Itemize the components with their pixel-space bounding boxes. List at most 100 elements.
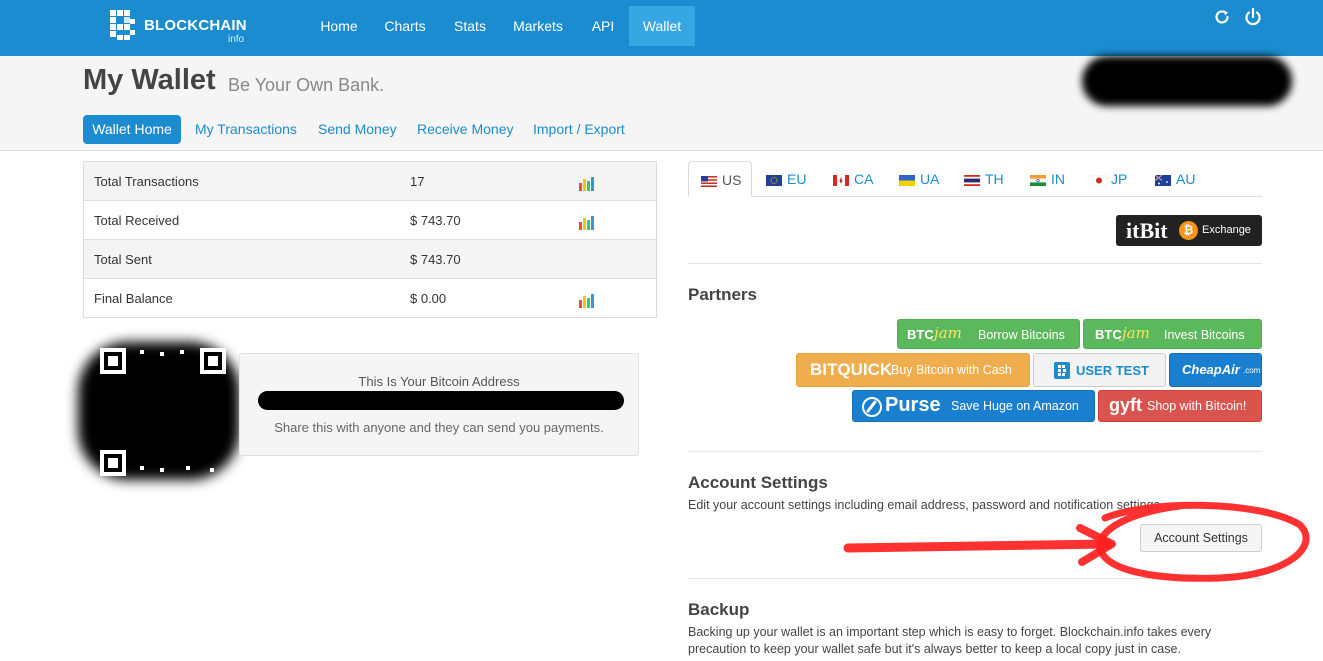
nav-wallet[interactable]: Wallet: [629, 6, 695, 46]
bar-chart-icon[interactable]: [579, 216, 595, 230]
tab-label: EU: [787, 171, 807, 187]
us-flag-icon: [701, 176, 717, 187]
nav-api[interactable]: API: [583, 6, 623, 46]
divider: [688, 451, 1262, 452]
btcjam-borrow-text: Borrow Bitcoins: [978, 328, 1065, 342]
th-flag-icon: [964, 175, 980, 186]
btcjam-brand-jam: jam: [1122, 324, 1150, 342]
table-row: Total Received $ 743.70: [84, 201, 656, 240]
account-settings-button[interactable]: Account Settings: [1140, 524, 1262, 552]
subnav-receive-money[interactable]: Receive Money: [417, 115, 514, 144]
cheapair-brand: CheapAir: [1182, 362, 1240, 377]
bitquick-text: Buy Bitcoin with Cash: [891, 363, 1012, 377]
stat-label: Total Transactions: [94, 174, 199, 189]
backup-text-line1: Backing up your wallet is an important s…: [688, 625, 1212, 639]
stat-value: $ 0.00: [410, 291, 447, 306]
bitquick-brand: BITQUICK: [810, 360, 893, 379]
blockchain-small-icon: [1054, 362, 1070, 379]
tab-ca[interactable]: CA: [833, 161, 883, 197]
wallet-header: My Wallet Be Your Own Bank. Wallet Home …: [0, 56, 1323, 151]
table-row: Final Balance $ 0.00: [84, 279, 656, 318]
cheapair-button[interactable]: CheapAir .com: [1169, 353, 1262, 387]
bitquick-button[interactable]: BITQUICK Buy Bitcoin with Cash: [796, 353, 1030, 387]
top-navbar: BLOCKCHAIN info Home Charts Stats Market…: [0, 0, 1323, 56]
subnav-send-money[interactable]: Send Money: [318, 115, 397, 144]
stat-value: $ 743.70: [410, 252, 461, 267]
tab-label: UA: [920, 171, 940, 187]
refresh-icon[interactable]: [1212, 7, 1232, 27]
blockchain-logo[interactable]: BLOCKCHAIN info: [108, 8, 258, 46]
tab-us[interactable]: US: [688, 161, 752, 197]
partners-title: Partners: [688, 285, 757, 304]
divider: [688, 578, 1262, 579]
tab-ua[interactable]: UA: [899, 161, 949, 197]
stat-value: $ 743.70: [410, 213, 461, 228]
bar-chart-icon[interactable]: [579, 177, 595, 191]
in-flag-icon: [1030, 175, 1046, 186]
purse-brand: Purse: [885, 394, 941, 416]
btcjam-invest-text: Invest Bitcoins: [1164, 328, 1245, 342]
user-test-button[interactable]: USER TEST: [1033, 353, 1166, 387]
table-row: Total Transactions 17: [84, 162, 656, 201]
tab-in[interactable]: IN: [1030, 161, 1080, 197]
blockchain-logo-icon: [110, 10, 135, 40]
purse-logo-icon: [862, 397, 882, 417]
nav-charts[interactable]: Charts: [377, 6, 433, 46]
tab-label: CA: [854, 171, 874, 187]
tab-jp[interactable]: JP: [1091, 161, 1141, 197]
stat-value: 17: [410, 174, 425, 189]
table-row: Total Sent $ 743.70: [84, 240, 656, 279]
tab-label: US: [722, 172, 742, 188]
itbit-brand: itBit: [1126, 218, 1168, 243]
tab-eu[interactable]: EU: [766, 161, 816, 197]
page-subtitle: Be Your Own Bank.: [228, 75, 385, 95]
backup-text-line2: precaution to keep your wallet safe but …: [688, 642, 1181, 656]
backup-title: Backup: [688, 600, 750, 619]
purse-text: Save Huge on Amazon: [951, 399, 1079, 413]
nav-home[interactable]: Home: [311, 6, 367, 46]
ua-flag-icon: [899, 175, 915, 186]
address-hint: Share this with anyone and they can send…: [274, 420, 604, 435]
tab-au[interactable]: AU: [1155, 161, 1205, 197]
itbit-exchange-label: Exchange: [1202, 224, 1251, 236]
gyft-button[interactable]: gyft Shop with Bitcoin!: [1098, 390, 1262, 422]
purse-button[interactable]: Purse Save Huge on Amazon: [852, 390, 1095, 422]
btcjam-brand: BTC: [907, 327, 934, 342]
gyft-text: Shop with Bitcoin!: [1147, 399, 1247, 413]
user-test-text: USER TEST: [1076, 363, 1149, 378]
account-settings-title: Account Settings: [688, 473, 828, 492]
tab-th[interactable]: TH: [964, 161, 1014, 197]
page-title: My Wallet: [83, 64, 216, 96]
btcjam-brand-jam: jam: [934, 324, 962, 342]
itbit-exchange-button[interactable]: itBit ₿ Exchange: [1116, 215, 1262, 246]
wallet-stats-table: Total Transactions 17 Total Received $ 7…: [83, 161, 657, 318]
tab-label: AU: [1176, 171, 1196, 187]
cheapair-suffix: .com: [1243, 366, 1261, 375]
jp-flag-icon: [1091, 175, 1107, 186]
nav-markets[interactable]: Markets: [505, 6, 571, 46]
qr-finder-icon: [100, 348, 226, 476]
bitcoin-coin-icon: ₿: [1179, 221, 1198, 240]
redacted-address[interactable]: [258, 391, 624, 410]
tab-label: TH: [985, 171, 1004, 187]
tab-label: JP: [1111, 171, 1128, 187]
au-flag-icon: [1155, 175, 1171, 186]
stat-label: Final Balance: [94, 291, 173, 306]
bitcoin-address-box: This Is Your Bitcoin Address Share this …: [239, 353, 639, 456]
stat-label: Total Sent: [94, 252, 152, 267]
subnav-my-transactions[interactable]: My Transactions: [195, 115, 297, 144]
bar-chart-icon[interactable]: [579, 294, 595, 308]
redacted-user-info: [1082, 56, 1292, 106]
qr-code: [78, 342, 244, 482]
btcjam-invest-button[interactable]: BTC jam Invest Bitcoins: [1083, 319, 1262, 349]
power-icon[interactable]: [1243, 7, 1263, 27]
subnav-wallet-home[interactable]: Wallet Home: [83, 115, 181, 144]
stat-label: Total Received: [94, 213, 180, 228]
ca-flag-icon: [833, 175, 849, 186]
nav-stats[interactable]: Stats: [445, 6, 495, 46]
btcjam-borrow-button[interactable]: BTC jam Borrow Bitcoins: [897, 319, 1080, 349]
btcjam-brand: BTC: [1095, 327, 1122, 342]
subnav-import-export[interactable]: Import / Export: [533, 115, 625, 144]
account-settings-text: Edit your account settings including ema…: [688, 498, 1164, 512]
divider: [688, 263, 1262, 264]
